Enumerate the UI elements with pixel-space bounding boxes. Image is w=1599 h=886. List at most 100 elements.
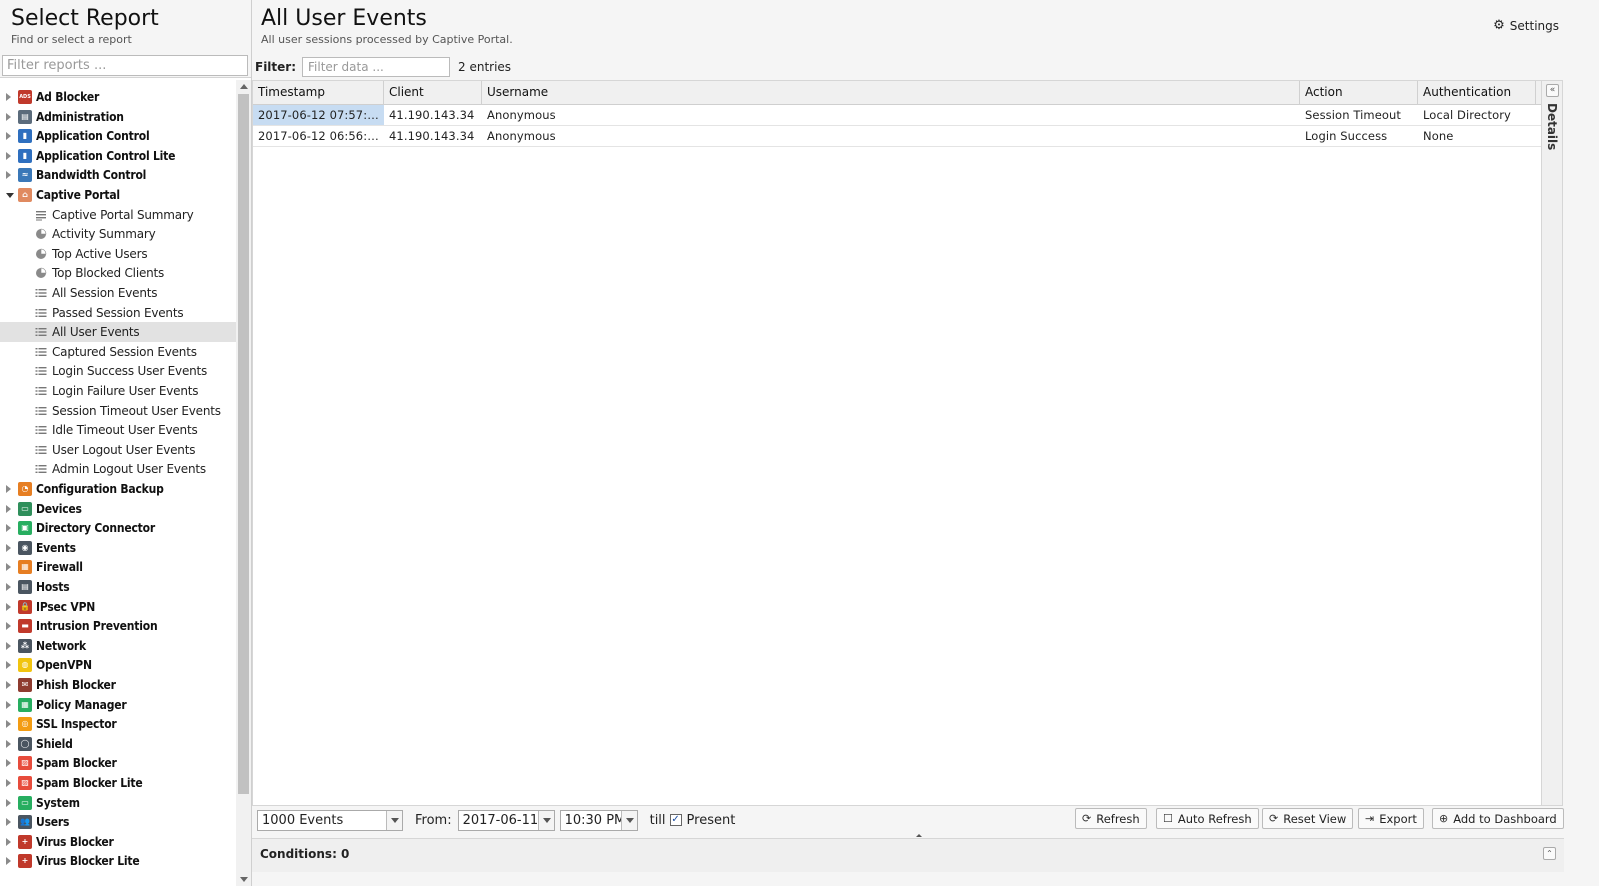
tree-report-item[interactable]: Top Blocked Clients: [0, 263, 236, 283]
auto-refresh-button[interactable]: ☐ Auto Refresh: [1156, 808, 1259, 829]
column-header-authentication[interactable]: Authentication: [1418, 81, 1536, 105]
collapsed-arrow-icon[interactable]: [6, 112, 11, 121]
tree-app-policy-manager[interactable]: ▦ Policy Manager: [0, 695, 236, 715]
table-row[interactable]: 2017-06-12 06:56:5... 41.190.143.34 Anon…: [253, 126, 1541, 147]
tree-report-item[interactable]: Passed Session Events: [0, 303, 236, 323]
scrollbar-thumb[interactable]: [238, 94, 249, 794]
tree-app-firewall[interactable]: ▦ Firewall: [0, 557, 236, 577]
report-tree-scrollbar[interactable]: [236, 80, 251, 886]
cell-username[interactable]: Anonymous: [482, 126, 1300, 146]
tree-app-intrusion-prevention[interactable]: ▬ Intrusion Prevention: [0, 616, 236, 636]
add-to-dashboard-button[interactable]: ⊕ Add to Dashboard: [1432, 808, 1564, 829]
collapsed-arrow-icon[interactable]: [6, 504, 11, 513]
tree-app-directory-connector[interactable]: ▣ Directory Connector: [0, 518, 236, 538]
collapsed-arrow-icon[interactable]: [6, 543, 11, 552]
tree-report-item[interactable]: Login Success User Events: [0, 361, 236, 381]
collapsed-arrow-icon[interactable]: [6, 759, 11, 768]
events-limit-select[interactable]: 1000 Events: [257, 809, 403, 831]
tree-report-item[interactable]: Login Failure User Events: [0, 381, 236, 401]
tree-app-application-control[interactable]: ▮ Application Control: [0, 126, 236, 146]
cell-authentication[interactable]: Local Directory: [1418, 105, 1536, 125]
collapsed-arrow-icon[interactable]: [6, 563, 11, 572]
tree-app-administration[interactable]: ▤ Administration: [0, 107, 236, 127]
tree-app-ipsec-vpn[interactable]: 🔒 IPsec VPN: [0, 597, 236, 617]
tree-report-item[interactable]: Idle Timeout User Events: [0, 420, 236, 440]
collapsed-arrow-icon[interactable]: [6, 661, 11, 670]
tree-report-item[interactable]: Session Timeout User Events: [0, 401, 236, 421]
tree-app-virus-blocker-lite[interactable]: + Virus Blocker Lite: [0, 851, 236, 871]
calendar-icon[interactable]: [537, 810, 554, 830]
tree-app-system[interactable]: ▭ System: [0, 793, 236, 813]
tree-app-shield[interactable]: ◯ Shield: [0, 734, 236, 754]
tree-report-item[interactable]: Admin Logout User Events: [0, 459, 236, 479]
reset-view-button[interactable]: ⟳ Reset View: [1262, 808, 1354, 829]
tree-app-devices[interactable]: ▭ Devices: [0, 499, 236, 519]
cell-client[interactable]: 41.190.143.34: [384, 126, 482, 146]
tree-report-item[interactable]: Activity Summary: [0, 224, 236, 244]
tree-app-hosts[interactable]: ▤ Hosts: [0, 577, 236, 597]
tree-report-item[interactable]: User Logout User Events: [0, 440, 236, 460]
collapsed-arrow-icon[interactable]: [6, 720, 11, 729]
from-date-field[interactable]: 2017-06-11: [457, 809, 555, 831]
tree-app-configuration-backup[interactable]: ◔ Configuration Backup: [0, 479, 236, 499]
column-header-action[interactable]: Action: [1300, 81, 1418, 105]
tree-app-application-control-lite[interactable]: ▮ Application Control Lite: [0, 146, 236, 166]
collapsed-arrow-icon[interactable]: [6, 857, 11, 866]
tree-app-users[interactable]: 👥 Users: [0, 812, 236, 832]
tree-report-item[interactable]: Top Active Users: [0, 244, 236, 264]
refresh-button[interactable]: ⟳ Refresh: [1075, 808, 1147, 829]
tree-app-spam-blocker[interactable]: ▨ Spam Blocker: [0, 753, 236, 773]
scroll-down-icon[interactable]: [240, 877, 248, 882]
collapsed-arrow-icon[interactable]: [6, 779, 11, 787]
tree-app-spam-blocker-lite[interactable]: ▨ Spam Blocker Lite: [0, 773, 236, 793]
scroll-up-icon[interactable]: [240, 84, 248, 89]
from-time-select[interactable]: 10:30 PM: [559, 809, 638, 831]
cell-action[interactable]: Session Timeout: [1300, 105, 1418, 125]
conditions-panel[interactable]: Conditions: 0 ⌃: [252, 838, 1564, 872]
present-checkbox[interactable]: ✓: [669, 814, 682, 826]
column-header-timestamp[interactable]: Timestamp: [253, 81, 384, 105]
collapsed-arrow-icon[interactable]: [6, 485, 11, 493]
cell-timestamp[interactable]: 2017-06-12 07:57:3...: [253, 105, 384, 125]
collapse-left-icon[interactable]: «: [1546, 84, 1559, 97]
details-panel-tab[interactable]: « Details: [1542, 80, 1563, 806]
collapsed-arrow-icon[interactable]: [6, 641, 11, 650]
tree-app-ad-blocker[interactable]: ADS Ad Blocker: [0, 87, 236, 107]
tree-report-item[interactable]: All Session Events: [0, 283, 236, 303]
expanded-arrow-icon[interactable]: [6, 193, 14, 198]
cell-client[interactable]: 41.190.143.34: [384, 105, 482, 125]
tree-app-bandwidth-control[interactable]: ≈ Bandwidth Control: [0, 165, 236, 185]
tree-app-virus-blocker[interactable]: + Virus Blocker: [0, 832, 236, 852]
collapsed-arrow-icon[interactable]: [6, 583, 11, 591]
chevron-down-icon[interactable]: [386, 810, 402, 830]
tree-app-events[interactable]: ◉ Events: [0, 538, 236, 558]
filter-data-input[interactable]: [302, 56, 451, 77]
cell-username[interactable]: Anonymous: [482, 105, 1300, 125]
report-search-input[interactable]: [2, 55, 248, 76]
column-header-username[interactable]: Username: [482, 81, 1300, 105]
tree-app-openvpn[interactable]: ◍ OpenVPN: [0, 655, 236, 675]
column-header-client[interactable]: Client: [384, 81, 482, 105]
tree-app-captive-portal[interactable]: ⌂ Captive Portal: [0, 185, 236, 205]
collapsed-arrow-icon[interactable]: [6, 93, 11, 101]
tree-report-item[interactable]: All User Events: [0, 322, 236, 343]
collapsed-arrow-icon[interactable]: [6, 602, 11, 611]
collapsed-arrow-icon[interactable]: [6, 818, 11, 827]
tree-app-ssl-inspector[interactable]: ◎ SSL Inspector: [0, 714, 236, 734]
collapsed-arrow-icon[interactable]: [6, 681, 11, 689]
tree-report-item[interactable]: Captured Session Events: [0, 342, 236, 362]
collapsed-arrow-icon[interactable]: [6, 798, 11, 807]
settings-button[interactable]: ⚙ Settings: [1493, 18, 1559, 33]
collapsed-arrow-icon[interactable]: [6, 171, 11, 180]
collapsed-arrow-icon[interactable]: [6, 739, 11, 748]
tree-report-item[interactable]: Captive Portal Summary: [0, 205, 236, 225]
export-button[interactable]: ⇥ Export: [1358, 808, 1424, 829]
collapsed-arrow-icon[interactable]: [6, 622, 11, 631]
collapsed-arrow-icon[interactable]: [6, 524, 11, 533]
expand-up-icon[interactable]: ⌃: [1543, 847, 1556, 860]
cell-action[interactable]: Login Success: [1300, 126, 1418, 146]
chevron-down-icon[interactable]: [620, 810, 637, 830]
collapsed-arrow-icon[interactable]: [6, 132, 11, 141]
collapsed-arrow-icon[interactable]: [6, 700, 11, 709]
table-row[interactable]: 2017-06-12 07:57:3... 41.190.143.34 Anon…: [253, 105, 1541, 126]
